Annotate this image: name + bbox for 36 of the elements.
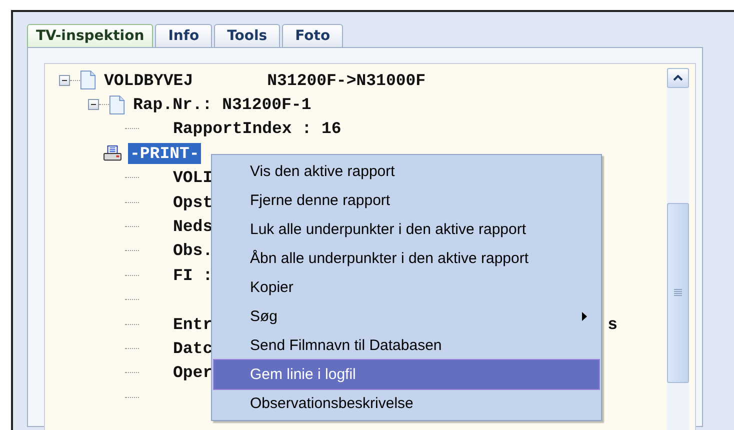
printer-icon (103, 144, 122, 162)
tree-item[interactable]: Entr (171, 314, 215, 335)
collapse-toggle[interactable] (88, 99, 99, 110)
document-icon (109, 94, 125, 116)
menu-item[interactable]: Åbn alle underpunkter i den aktive rapport (214, 244, 599, 273)
menu-item[interactable]: Gem linie i logfil (214, 360, 599, 389)
tab[interactable]: TV-inspektion (27, 24, 154, 47)
tree-item[interactable]: Opst (171, 192, 215, 213)
tree-item[interactable]: Neds (171, 216, 215, 238)
tree-item-detail: N31200F->N31000F (267, 70, 426, 90)
tree-item[interactable]: -PRINT- (128, 142, 202, 164)
chevron-up-icon (673, 75, 683, 81)
menu-item[interactable]: Fjerne denne rapport (214, 186, 599, 215)
tab[interactable]: Foto (282, 24, 344, 47)
menu-item[interactable]: Luk alle underpunkter i den aktive rapport (214, 215, 599, 244)
menu-item[interactable]: Søg (214, 302, 599, 331)
menu-item[interactable]: Send Filmnavn til Databasen (214, 331, 599, 360)
scrollbar[interactable] (667, 68, 689, 430)
tree-item[interactable]: Obs. (171, 240, 215, 262)
menu-item[interactable]: Observationsbeskrivelse (214, 389, 599, 418)
tab[interactable]: Info (155, 24, 212, 47)
menu-item[interactable]: Kopier (214, 273, 599, 302)
tree-item[interactable]: Rap.Nr.: N31200F-1 (131, 94, 314, 116)
tree-item[interactable]: s (608, 314, 618, 334)
tree-item[interactable]: Oper (171, 362, 215, 384)
tab[interactable]: Tools (214, 24, 280, 47)
tree-item[interactable]: FI : (171, 264, 215, 286)
collapse-toggle[interactable] (59, 74, 70, 86)
tree-item[interactable]: Datc (171, 338, 215, 359)
tree-item[interactable]: RapportIndex : 16 (171, 118, 344, 140)
scroll-thumb[interactable] (667, 203, 689, 383)
tree-item[interactable]: VOLI (171, 167, 215, 188)
tree-item[interactable]: VOLDBYVEJ (102, 70, 196, 91)
scroll-up-button[interactable] (667, 68, 689, 88)
document-icon (80, 69, 96, 92)
menu-item[interactable]: Vis den aktive rapport (214, 157, 599, 186)
